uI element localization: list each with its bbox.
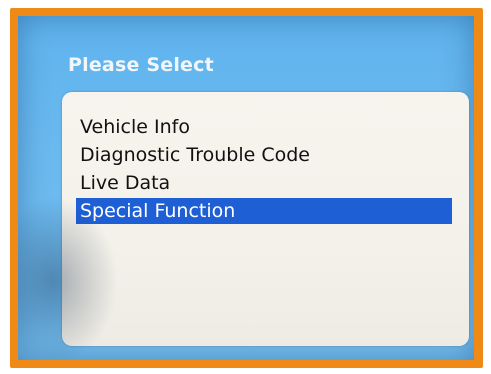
menu-item-special-function[interactable]: Special Function: [76, 198, 452, 224]
page-title: Please Select: [68, 54, 214, 76]
device-bezel: Please Select Vehicle Info Diagnostic Tr…: [0, 0, 491, 374]
menu-item-diagnostic-trouble-code[interactable]: Diagnostic Trouble Code: [76, 142, 310, 168]
menu-panel: Vehicle Info Diagnostic Trouble Code Liv…: [62, 92, 469, 346]
menu-item-live-data[interactable]: Live Data: [76, 170, 170, 196]
menu-item-vehicle-info[interactable]: Vehicle Info: [76, 114, 190, 140]
device-screen: Please Select Vehicle Info Diagnostic Tr…: [18, 16, 474, 360]
